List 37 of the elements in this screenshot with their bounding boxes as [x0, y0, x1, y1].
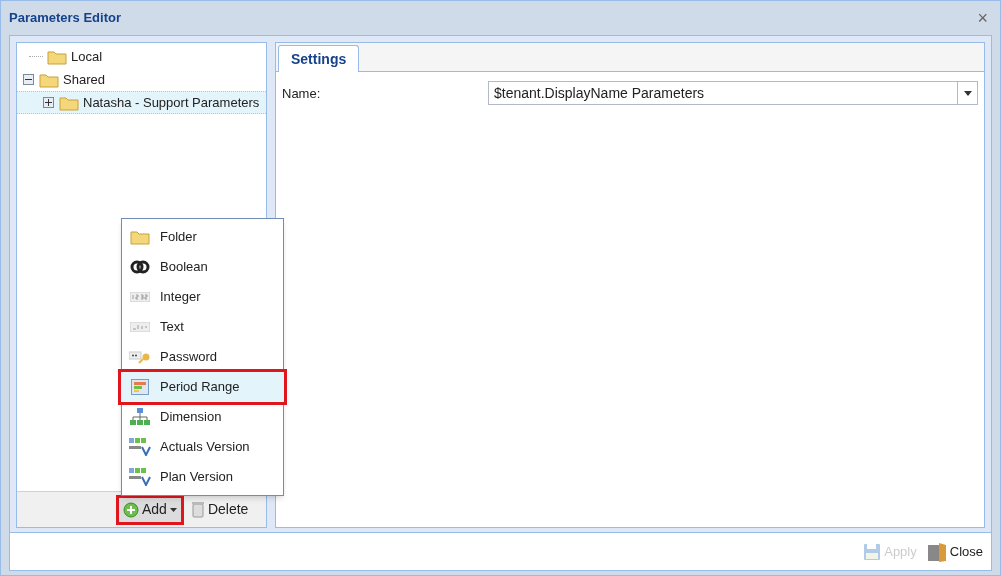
- tree-node[interactable]: Natasha - Support Parameters: [17, 91, 266, 114]
- text-field-icon: [130, 322, 150, 332]
- trash-icon: [190, 501, 205, 518]
- menu-item[interactable]: Plan Version: [122, 462, 283, 492]
- key-icon: [129, 350, 151, 364]
- menu-item[interactable]: Dimension: [122, 402, 283, 432]
- folder-icon: [47, 48, 67, 65]
- tab[interactable]: Settings: [278, 45, 360, 72]
- collapse-toggle-icon[interactable]: [23, 74, 34, 85]
- name-combo-field[interactable]: $tenant.DisplayName Parameters: [488, 81, 978, 105]
- menu-item[interactable]: Folder: [122, 222, 283, 252]
- expand-toggle-icon[interactable]: [43, 97, 54, 108]
- menu-item[interactable]: Text: [122, 312, 283, 342]
- door-icon: [926, 541, 947, 562]
- version-icon: [129, 438, 151, 456]
- rings-icon: [130, 260, 150, 274]
- menu-item[interactable]: Password: [122, 342, 283, 372]
- menu-item[interactable]: Actuals Version: [122, 432, 283, 462]
- folder-icon: [130, 229, 150, 245]
- calendar-icon: [131, 379, 149, 395]
- plus-icon: [123, 501, 139, 518]
- tree-node[interactable]: Local: [17, 45, 266, 68]
- tree-node[interactable]: Shared: [17, 68, 266, 91]
- add-button[interactable]: Add: [119, 497, 181, 522]
- version-icon: [129, 468, 151, 486]
- folder-icon: [39, 71, 59, 88]
- name-label: Name:: [282, 85, 322, 103]
- menu-item[interactable]: Integer: [122, 282, 283, 312]
- menu-item[interactable]: Period Range: [121, 372, 284, 402]
- caret-icon: [169, 507, 177, 512]
- folder-icon: [59, 94, 79, 111]
- number-field-icon: [130, 292, 150, 302]
- menu-item[interactable]: Boolean: [122, 252, 283, 282]
- window-title: Parameters Editor: [9, 9, 121, 28]
- delete-button[interactable]: Delete: [186, 497, 253, 522]
- hierarchy-icon: [130, 408, 150, 426]
- close-button[interactable]: Close: [926, 539, 983, 564]
